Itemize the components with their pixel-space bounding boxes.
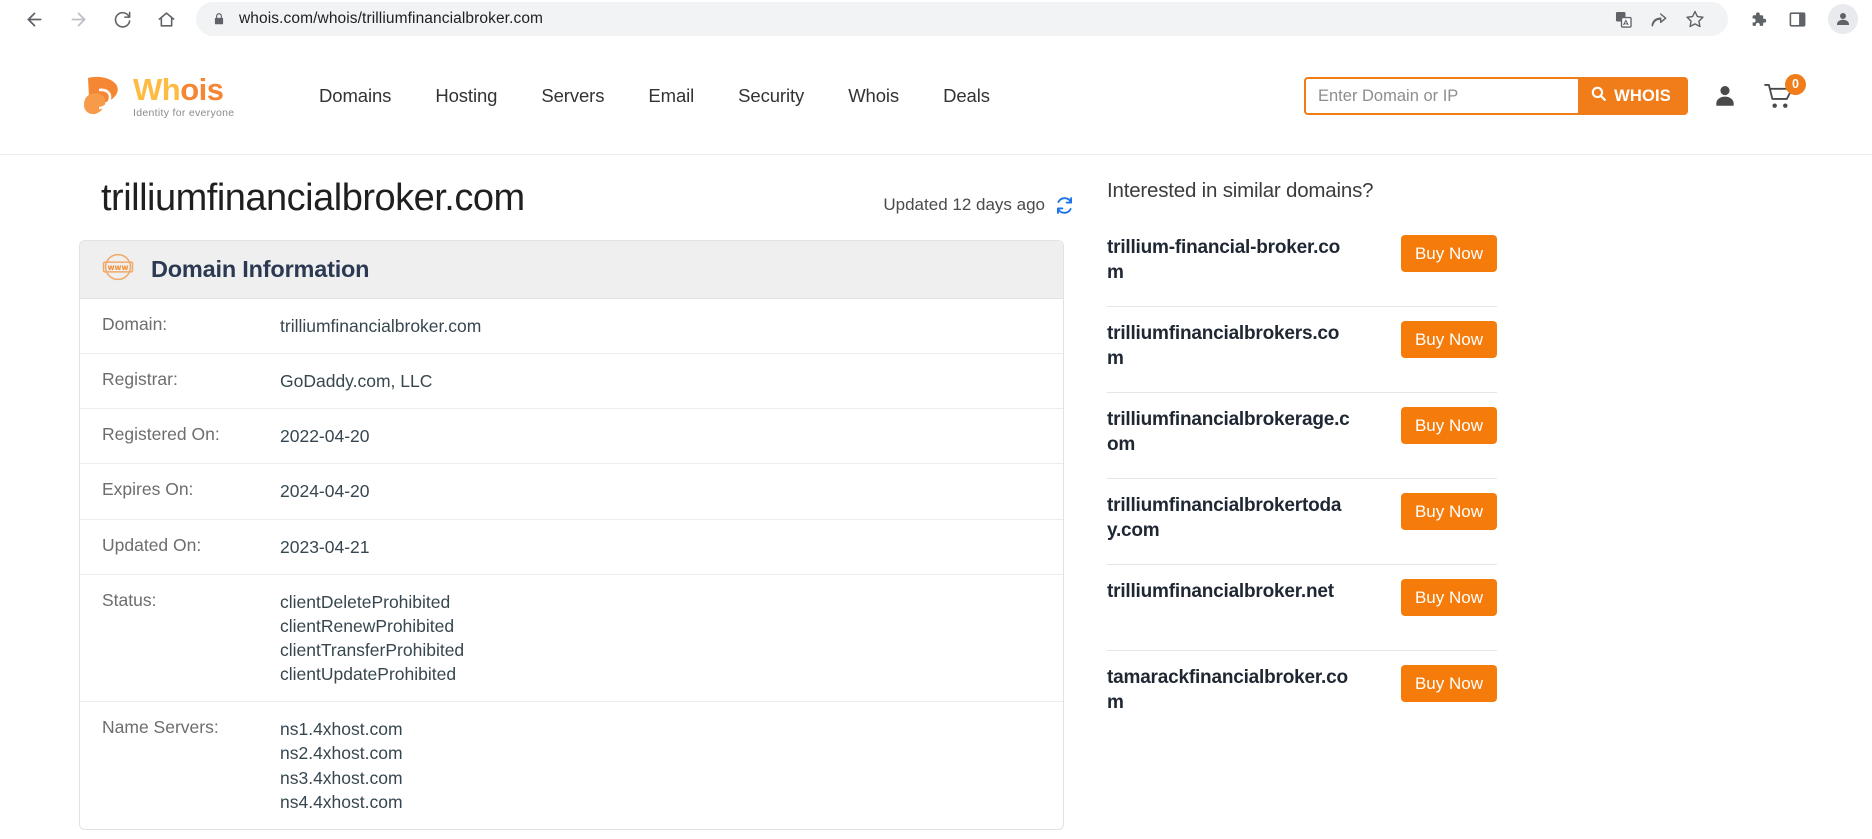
table-row: Expires On: 2024-04-20 [80, 464, 1063, 520]
domain-title-row: trilliumfinancialbroker.com Updated 12 d… [79, 177, 1079, 220]
similar-domain-name[interactable]: trilliumfinancialbrokerage.com [1107, 407, 1351, 458]
table-row: Registrar: GoDaddy.com, LLC [80, 354, 1063, 410]
profile-avatar-icon[interactable] [1828, 4, 1858, 34]
list-item: trilliumfinancialbroker.net Buy Now [1107, 565, 1497, 651]
row-value: 2024-04-20 [280, 481, 370, 502]
side-panel-icon[interactable] [1780, 2, 1814, 36]
row-label: Updated On: [102, 534, 202, 555]
updated-status: Updated 12 days ago [883, 195, 1075, 216]
search-icon [1590, 85, 1607, 107]
buy-now-button[interactable]: Buy Now [1400, 235, 1497, 272]
browser-toolbar: whois.com/whois/trilliumfinancialbroker.… [0, 0, 1872, 38]
list-item: trilliumfinancialbrokertoday.com Buy Now [1107, 479, 1497, 565]
page-title: trilliumfinancialbroker.com [101, 177, 525, 219]
page-body: trilliumfinancialbroker.com Updated 12 d… [71, 155, 1801, 830]
refresh-icon[interactable] [1054, 195, 1075, 216]
back-button[interactable] [14, 2, 54, 36]
domain-information-card: www Domain Information Domain: trilliumf… [79, 240, 1064, 830]
logo-word-part2: ois [180, 71, 224, 107]
domain-information-title: Domain Information [151, 256, 370, 282]
row-label: Expires On: [102, 479, 194, 500]
star-icon[interactable] [1678, 2, 1712, 36]
address-bar-url: whois.com/whois/trilliumfinancialbroker.… [239, 10, 544, 27]
row-value: ns1.4xhost.com ns2.4xhost.com ns3.4xhost… [280, 719, 403, 812]
cart-count-badge: 0 [1785, 73, 1806, 95]
svg-text:www: www [108, 263, 129, 272]
nav-item-domains[interactable]: Domains [297, 85, 413, 107]
list-item: trilliumfinancialbrokerage.com Buy Now [1107, 393, 1497, 479]
search-input[interactable] [1304, 77, 1579, 115]
logo-word-part1: Wh [133, 71, 181, 107]
row-label: Name Servers: [102, 717, 219, 738]
domain-information-card-header: www Domain Information [80, 241, 1063, 299]
shopping-cart-icon[interactable]: 0 [1764, 73, 1806, 110]
similar-domain-name[interactable]: trilliumfinancialbrokertoday.com [1107, 493, 1351, 544]
whois-search-button-label: WHOIS [1614, 86, 1671, 105]
chrome-action-icons [1740, 2, 1858, 36]
buy-now-button[interactable]: Buy Now [1400, 407, 1497, 444]
whois-search-button[interactable]: WHOIS [1578, 77, 1688, 115]
table-row-name-servers: Name Servers: ns1.4xhost.com ns2.4xhost.… [80, 702, 1063, 829]
list-item: trilliumfinancialbrokers.com Buy Now [1107, 307, 1497, 393]
buy-now-button[interactable]: Buy Now [1400, 321, 1497, 358]
sidebar-title: Interested in similar domains? [1107, 179, 1374, 202]
main-content-column: trilliumfinancialbroker.com Updated 12 d… [79, 177, 1079, 830]
nav-item-whois[interactable]: Whois [826, 85, 921, 107]
row-label: Status: [102, 589, 157, 610]
browser-nav-buttons [14, 2, 186, 36]
buy-now-button[interactable]: Buy Now [1400, 493, 1497, 530]
address-bar[interactable]: whois.com/whois/trilliumfinancialbroker.… [196, 2, 1728, 36]
similar-domain-name[interactable]: trilliumfinancialbrokers.com [1107, 321, 1351, 372]
site-header: Whois Identity for everyone Domains Host… [0, 38, 1872, 155]
row-value: 2022-04-20 [280, 426, 370, 447]
similar-domain-name[interactable]: trilliumfinancialbroker.net [1107, 579, 1351, 604]
row-value: clientDeleteProhibited clientRenewProhib… [280, 591, 465, 685]
nav-item-hosting[interactable]: Hosting [413, 85, 519, 107]
site-logo[interactable]: Whois Identity for everyone [79, 72, 265, 120]
row-value: 2023-04-21 [280, 536, 370, 557]
domain-information-rows: Domain: trilliumfinancialbroker.com Regi… [80, 299, 1063, 829]
row-value: trilliumfinancialbroker.com [280, 316, 482, 336]
nav-item-deals[interactable]: Deals [921, 85, 1012, 107]
domain-search: WHOIS [1304, 77, 1688, 115]
list-item: tamarackfinancialbroker.com Buy Now [1107, 651, 1497, 737]
lock-icon [212, 12, 226, 26]
home-button[interactable] [146, 2, 186, 36]
table-row: Registered On: 2022-04-20 [80, 409, 1063, 465]
header-right-actions: WHOIS 0 [1304, 73, 1806, 115]
translate-icon[interactable]: G [1606, 2, 1640, 36]
main-navigation: Domains Hosting Servers Email Security W… [297, 85, 1012, 107]
omnibox-actions: G [1596, 2, 1712, 36]
user-account-icon[interactable] [1712, 83, 1738, 109]
nav-item-email[interactable]: Email [626, 85, 716, 107]
row-label: Registrar: [102, 369, 178, 390]
table-row: Domain: trilliumfinancialbroker.com [80, 299, 1063, 355]
similar-domain-name[interactable]: tamarackfinancialbroker.com [1107, 665, 1351, 716]
logo-wordmark: Whois [133, 74, 234, 105]
row-label: Registered On: [102, 424, 220, 445]
similar-domain-name[interactable]: trillium-financial-broker.com [1107, 235, 1351, 286]
forward-button[interactable] [58, 2, 98, 36]
whois-logo-icon [84, 76, 118, 115]
updated-text: Updated 12 days ago [883, 195, 1045, 214]
puzzle-icon[interactable] [1740, 2, 1774, 36]
buy-now-button[interactable]: Buy Now [1400, 579, 1497, 616]
row-value: GoDaddy.com, LLC [280, 371, 433, 392]
similar-domains-sidebar: Interested in similar domains? trillium-… [1107, 177, 1497, 830]
reload-button[interactable] [102, 2, 142, 36]
nav-item-servers[interactable]: Servers [519, 85, 626, 107]
row-label: Domain: [102, 314, 168, 334]
buy-now-button[interactable]: Buy Now [1400, 665, 1497, 702]
list-item: trillium-financial-broker.com Buy Now [1107, 221, 1497, 307]
table-row: Updated On: 2023-04-21 [80, 520, 1063, 575]
share-icon[interactable] [1642, 2, 1676, 36]
www-globe-icon: www [102, 251, 134, 288]
table-row-status: Status: clientDeleteProhibited clientRen… [80, 575, 1063, 703]
logo-tagline: Identity for everyone [133, 106, 235, 119]
nav-item-security[interactable]: Security [716, 85, 826, 107]
